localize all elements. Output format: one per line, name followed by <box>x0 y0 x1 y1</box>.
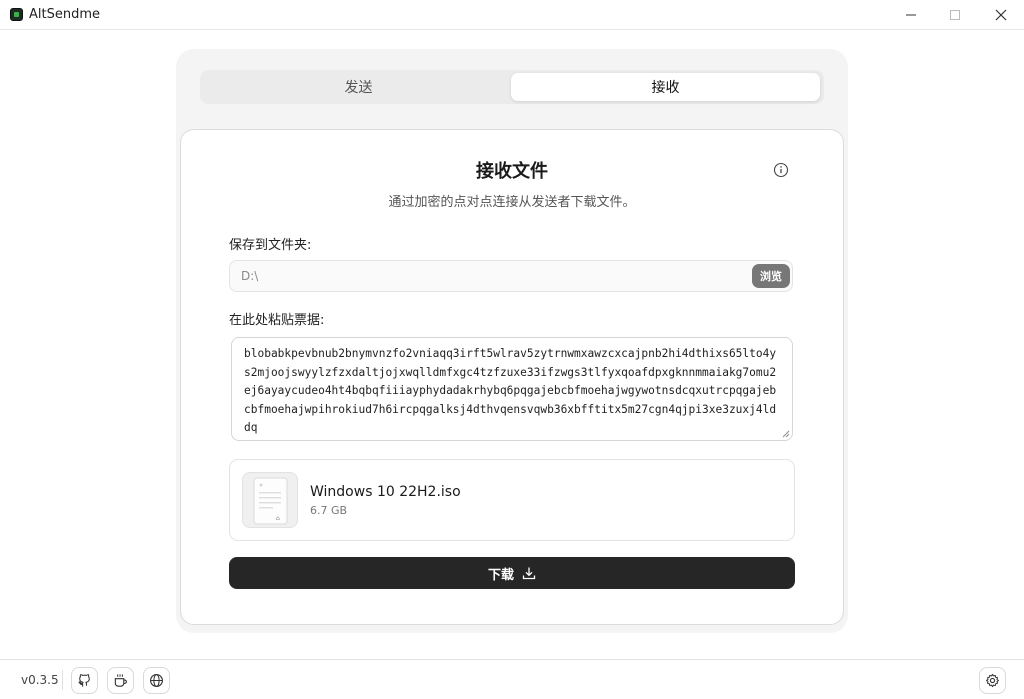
page-title: 接收文件 <box>476 161 548 182</box>
footer-divider <box>62 670 63 690</box>
file-document-icon: ⌂ <box>242 472 298 528</box>
close-icon <box>995 9 1007 21</box>
settings-button[interactable] <box>979 667 1006 694</box>
file-size: 6.7 GB <box>310 504 348 517</box>
maximize-button[interactable] <box>932 0 978 30</box>
coffee-button[interactable] <box>107 667 134 694</box>
resize-grip-icon[interactable] <box>782 430 790 438</box>
folder-value: D:\ <box>241 269 259 283</box>
mode-tabs: 发送 接收 <box>200 70 824 104</box>
minimize-button[interactable] <box>888 0 934 30</box>
browse-button[interactable]: 浏览 <box>752 264 790 288</box>
app-logo-icon <box>10 8 23 21</box>
file-name: Windows 10 22H2.iso <box>310 484 461 500</box>
tab-receive[interactable]: 接收 <box>511 73 820 101</box>
ticket-text[interactable]: blobabkpevbnub2bnymvnzfo2vniaqq3irft5wlr… <box>244 345 780 438</box>
github-icon <box>78 674 90 687</box>
globe-icon <box>150 674 163 687</box>
maximize-icon <box>950 10 960 20</box>
close-button[interactable] <box>978 0 1024 30</box>
folder-field[interactable]: D:\ 浏览 <box>229 260 793 292</box>
folder-label: 保存到文件夹: <box>229 238 312 253</box>
download-label: 下载 <box>487 567 514 583</box>
ticket-label: 在此处粘贴票据: <box>229 313 325 328</box>
ticket-input[interactable]: blobabkpevbnub2bnymvnzfo2vniaqq3irft5wlr… <box>231 337 793 441</box>
github-button[interactable] <box>71 667 98 694</box>
file-card: ⌂ Windows 10 22H2.iso 6.7 GB <box>229 459 795 541</box>
tab-send[interactable]: 发送 <box>204 73 513 101</box>
title-bar: AltSendme <box>0 0 1024 30</box>
coffee-icon <box>114 674 127 687</box>
page-subtitle: 通过加密的点对点连接从发送者下载文件。 <box>388 195 636 210</box>
settings-icon <box>985 673 1000 688</box>
app-title: AltSendme <box>29 7 101 22</box>
footer-bar: v0.3.5 <box>0 659 1024 699</box>
minimize-icon <box>906 14 916 16</box>
language-button[interactable] <box>143 667 170 694</box>
download-button[interactable]: 下载 <box>229 557 795 589</box>
svg-text:⌂: ⌂ <box>276 515 280 522</box>
version-label: v0.3.5 <box>21 673 59 687</box>
download-icon <box>522 567 536 580</box>
info-icon[interactable] <box>773 162 789 178</box>
